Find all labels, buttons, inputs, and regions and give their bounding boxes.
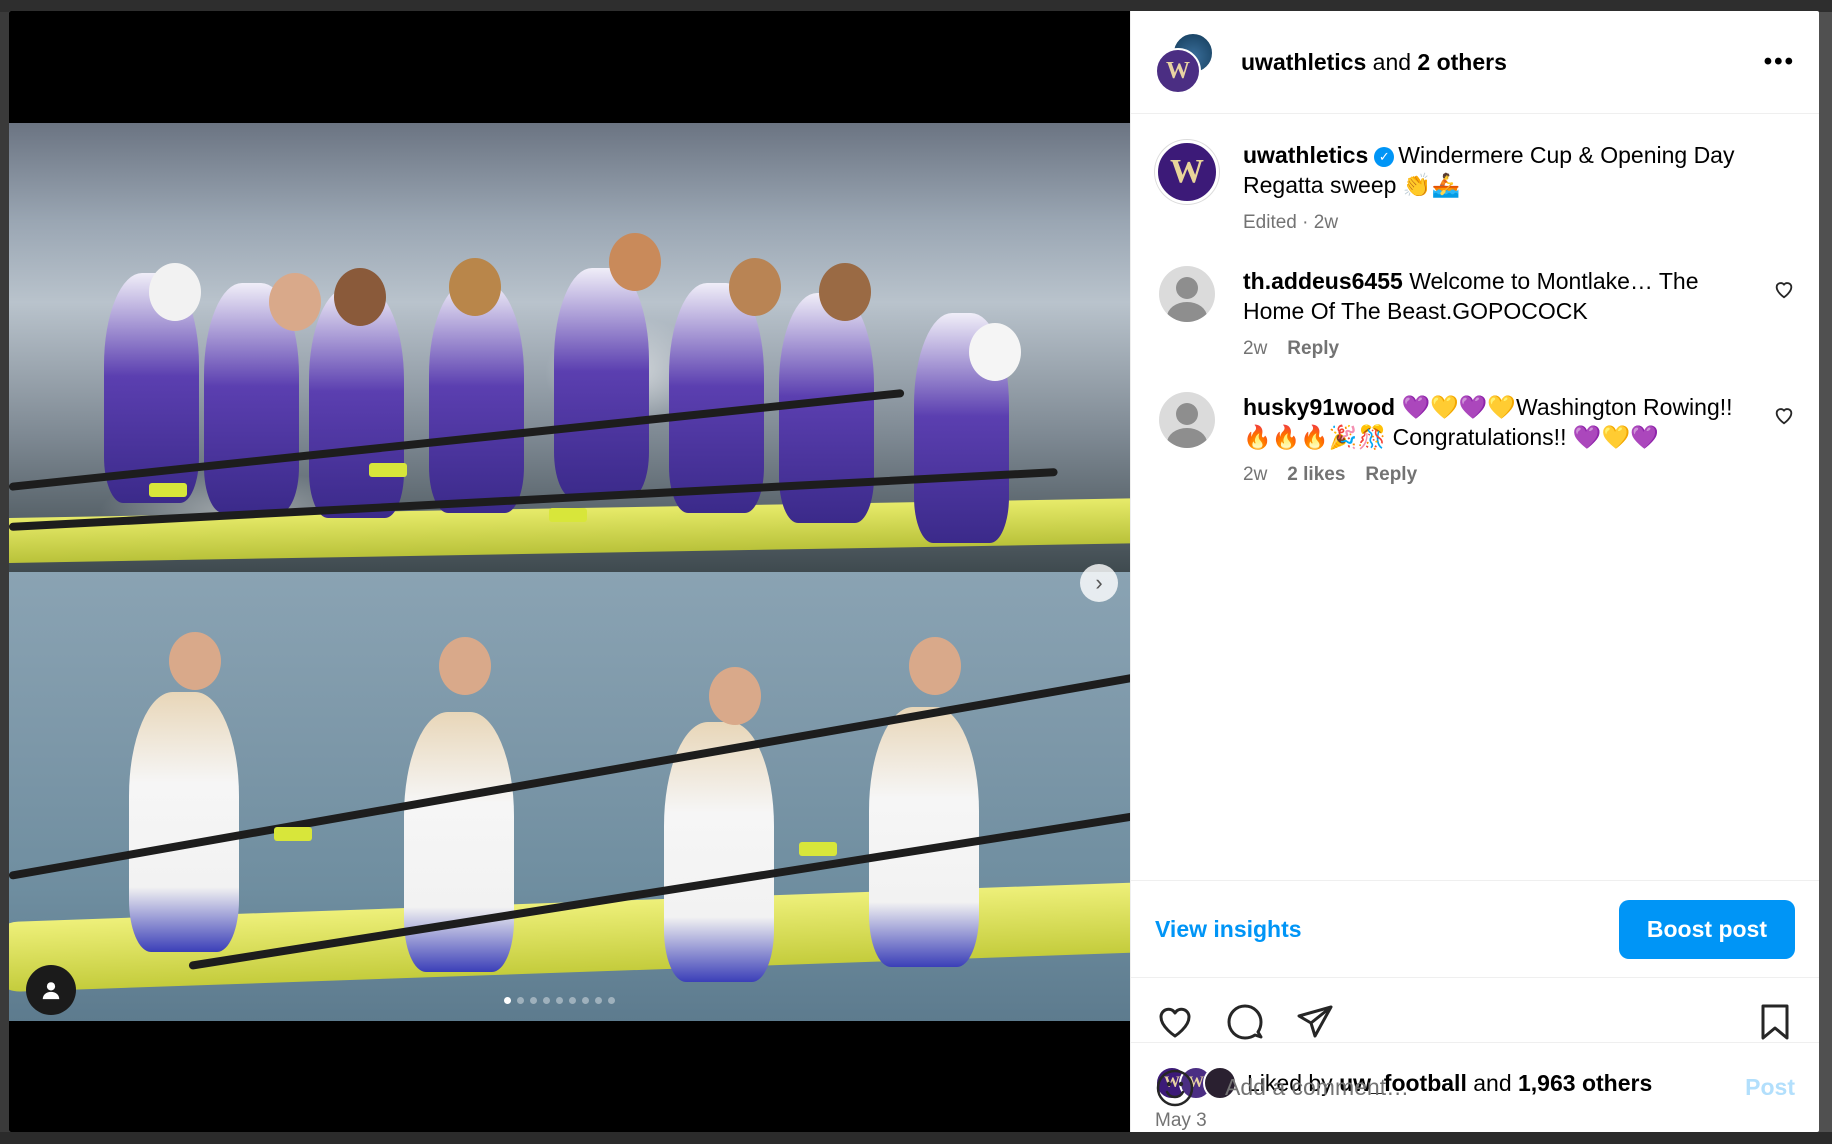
carousel-next-button[interactable]: ›	[1080, 564, 1118, 602]
carousel-dot	[582, 997, 589, 1004]
caption-edited-time: Edited · 2w	[1243, 212, 1339, 233]
comments-section[interactable]: W uwathletics ✓ Windermere Cup & Opening D…	[1131, 114, 1819, 880]
rower-head	[334, 268, 386, 326]
rower-head	[609, 233, 661, 291]
uw-logo-letter: W	[1166, 57, 1190, 84]
caption-meta: Edited · 2w	[1243, 212, 1795, 234]
caption-text: uwathletics ✓ Windermere Cup & Opening Day…	[1243, 140, 1795, 200]
more-options-button[interactable]: •••	[1764, 48, 1795, 76]
uw-avatar: W	[1155, 48, 1201, 94]
photo-women-crew	[9, 123, 1130, 572]
more-icon: •••	[1763, 48, 1795, 75]
uw-logo-letter: W	[1170, 153, 1204, 190]
oar-grip	[369, 463, 407, 477]
post-comment-button[interactable]: Post	[1745, 1074, 1795, 1101]
rower	[554, 268, 649, 498]
oar-grip	[549, 508, 587, 522]
rower-head	[449, 258, 501, 316]
post-modal: › W uwathletics and 2 others ••• W uwath…	[9, 11, 1819, 1132]
comment-text: husky91wood 💜💛💜💛Washington Rowing!! 🔥🔥🔥🎉…	[1243, 392, 1755, 452]
caption: W uwathletics ✓ Windermere Cup & Opening D…	[1155, 140, 1795, 234]
rower-head	[909, 637, 961, 695]
carousel-dot	[569, 997, 576, 1004]
verified-badge-icon: ✓	[1374, 146, 1395, 167]
comment-bubble-icon[interactable]	[1225, 1002, 1265, 1042]
comment-username[interactable]: th.addeus6455	[1243, 268, 1403, 294]
rower-head	[729, 258, 781, 316]
bookmark-icon[interactable]	[1755, 1002, 1795, 1042]
comment: th.addeus6455 Welcome to Montlake… The H…	[1155, 266, 1795, 360]
share-send-icon[interactable]	[1295, 1002, 1335, 1042]
boost-post-button[interactable]: Boost post	[1618, 899, 1795, 959]
carousel-indicator	[504, 997, 615, 1004]
comment-body: th.addeus6455 Welcome to Montlake… The H…	[1243, 266, 1755, 360]
carousel-dot	[517, 997, 524, 1004]
comment-likes-count[interactable]: 2 likes	[1287, 464, 1345, 486]
rower-head	[969, 323, 1021, 381]
comment-like-icon[interactable]	[1773, 278, 1795, 300]
post-photo	[9, 123, 1130, 1021]
header-username[interactable]: uwathletics	[1241, 49, 1366, 75]
caption-username[interactable]: uwathletics	[1243, 142, 1368, 168]
reply-button[interactable]: Reply	[1287, 338, 1339, 360]
comment-username[interactable]: husky91wood	[1243, 394, 1395, 420]
comment-time: 2w	[1243, 464, 1268, 485]
add-comment-bar: Post	[1131, 1042, 1819, 1132]
photo-men-crew	[9, 572, 1130, 1021]
carousel-dot	[556, 997, 563, 1004]
header-accounts[interactable]: uwathletics and 2 others	[1241, 49, 1507, 76]
carousel-dot	[595, 997, 602, 1004]
caption-body: uwathletics ✓ Windermere Cup & Opening Day…	[1243, 140, 1795, 234]
post-header: W uwathletics and 2 others •••	[1131, 11, 1819, 114]
rower-head	[709, 667, 761, 725]
rower	[669, 283, 764, 513]
header-and: and	[1372, 48, 1412, 75]
reply-button[interactable]: Reply	[1365, 464, 1417, 486]
rower	[429, 283, 524, 513]
rower-head	[819, 263, 871, 321]
insights-bar: View insights Boost post	[1131, 880, 1819, 978]
caption-avatar[interactable]: W	[1155, 140, 1219, 204]
carousel-dot	[530, 997, 537, 1004]
carousel-dot	[608, 997, 615, 1004]
rower	[129, 692, 239, 952]
view-insights-link[interactable]: View insights	[1155, 916, 1302, 943]
comment-meta: 2w Reply	[1243, 338, 1755, 360]
comment: husky91wood 💜💛💜💛Washington Rowing!! 🔥🔥🔥🎉…	[1155, 392, 1795, 486]
commenter-avatar[interactable]	[1159, 392, 1215, 448]
rower-head	[149, 263, 201, 321]
carousel-dot	[504, 997, 511, 1004]
header-others[interactable]: 2 others	[1417, 49, 1506, 75]
emoji-icon[interactable]	[1155, 1068, 1195, 1108]
comment-meta: 2w 2 likes Reply	[1243, 464, 1755, 486]
edited-label: Edited	[1243, 212, 1297, 233]
tagged-users-button[interactable]	[26, 965, 76, 1015]
rower-head	[169, 632, 221, 690]
comment-time: 2w	[1243, 338, 1268, 359]
chevron-right-icon: ›	[1095, 570, 1103, 595]
comment-text: th.addeus6455 Welcome to Montlake… The H…	[1243, 266, 1755, 326]
comment-body: husky91wood 💜💛💜💛Washington Rowing!! 🔥🔥🔥🎉…	[1243, 392, 1755, 486]
oar-grip	[799, 842, 837, 856]
oar-grip	[149, 483, 187, 497]
post-media: ›	[9, 11, 1130, 1132]
rower	[869, 707, 979, 967]
rower-head	[439, 637, 491, 695]
like-heart-icon[interactable]	[1155, 1002, 1195, 1042]
caption-time: 2w	[1313, 212, 1339, 233]
comment-like-icon[interactable]	[1773, 404, 1795, 426]
commenter-avatar[interactable]	[1159, 266, 1215, 322]
comment-input[interactable]	[1225, 1074, 1746, 1101]
carousel-dot	[543, 997, 550, 1004]
collab-avatars[interactable]: W	[1155, 32, 1215, 94]
oar-grip	[274, 827, 312, 841]
backdrop-bottom	[0, 1132, 1832, 1144]
post-side-panel: W uwathletics and 2 others ••• W uwathle…	[1130, 11, 1819, 1132]
rower-head	[269, 273, 321, 331]
person-icon	[42, 982, 60, 1000]
